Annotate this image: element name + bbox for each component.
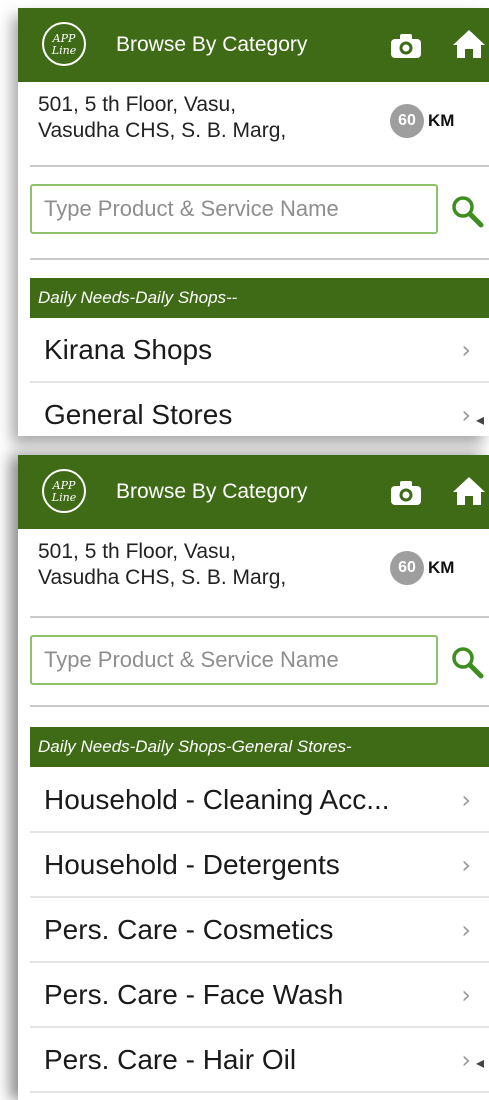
- list-item[interactable]: Household - Detergents ›: [30, 833, 489, 898]
- distance-value: 60: [390, 104, 424, 138]
- list-item[interactable]: Household - Cleaning Acc... ›: [30, 768, 489, 833]
- app-logo-icon: APP Line: [51, 32, 77, 57]
- chevron-right-icon: ›: [461, 786, 471, 814]
- search-field[interactable]: [30, 184, 438, 234]
- home-icon[interactable]: [452, 28, 486, 65]
- list-item-label: Pers. Care - Cosmetics: [44, 914, 334, 945]
- distance-unit: KM: [428, 558, 455, 577]
- address-line-1: 501, 5 th Floor, Vasu,: [38, 93, 237, 116]
- svg-text:Line: Line: [51, 491, 77, 504]
- address: 501, 5 th Floor, Vasu, Vasudha CHS, S. B…: [38, 92, 286, 144]
- page-title: Browse By Category: [116, 480, 308, 503]
- address-line-2: Vasudha CHS, S. B. Marg,: [38, 566, 287, 589]
- screen-subcategories: APP Line Browse By Category 501, 5 th Fl…: [18, 455, 489, 1100]
- category-list: Kirana Shops › General Stores ›: [30, 318, 489, 436]
- svg-text:Line: Line: [51, 44, 77, 57]
- app-logo[interactable]: APP Line: [42, 22, 86, 66]
- list-item[interactable]: Kirana Shops ›: [30, 318, 489, 383]
- chevron-right-icon: ›: [461, 851, 471, 879]
- subcategory-list: Household - Cleaning Acc... › Household …: [30, 768, 489, 1093]
- camera-icon[interactable]: [389, 32, 423, 65]
- app-bar: APP Line Browse By Category: [18, 455, 489, 529]
- list-item-label: Pers. Care - Face Wash: [44, 979, 344, 1010]
- breadcrumb: Daily Needs-Daily Shops-General Stores-: [30, 727, 489, 767]
- pointer-arrow-icon: ◂: [476, 1055, 485, 1072]
- search-input[interactable]: [42, 646, 436, 674]
- divider: [30, 258, 489, 260]
- search-icon[interactable]: [450, 645, 484, 684]
- chevron-right-icon: ›: [461, 1046, 471, 1074]
- address-line-2: Vasudha CHS, S. B. Marg,: [38, 119, 287, 142]
- chevron-right-icon: ›: [461, 981, 471, 1009]
- chevron-right-icon: ›: [461, 336, 471, 364]
- app-bar: APP Line Browse By Category: [18, 8, 489, 82]
- list-item-label: Household - Cleaning Acc...: [44, 784, 390, 815]
- distance-value: 60: [390, 551, 424, 585]
- chevron-right-icon: ›: [461, 401, 471, 429]
- search-icon[interactable]: [450, 194, 484, 233]
- page-title: Browse By Category: [116, 33, 308, 56]
- home-icon[interactable]: [452, 475, 486, 512]
- screen-categories: APP Line Browse By Category 501, 5 th Fl…: [18, 8, 489, 436]
- list-item[interactable]: General Stores ›: [30, 383, 489, 436]
- chevron-right-icon: ›: [461, 916, 471, 944]
- divider: [30, 616, 489, 618]
- distance-badge[interactable]: 60 KM: [390, 104, 454, 138]
- camera-icon[interactable]: [389, 479, 423, 512]
- list-item-label: Pers. Care - Hair Oil: [44, 1044, 297, 1075]
- divider: [30, 705, 489, 707]
- list-item[interactable]: Pers. Care - Face Wash ›: [30, 963, 489, 1028]
- list-item-label: General Stores: [44, 399, 233, 430]
- search-input[interactable]: [42, 195, 436, 223]
- app-logo-icon: APP Line: [51, 479, 77, 504]
- pointer-arrow-icon: ◂: [476, 412, 485, 429]
- list-item[interactable]: Pers. Care - Hair Oil ›: [30, 1028, 489, 1093]
- list-item-label: Household - Detergents: [44, 849, 340, 880]
- address: 501, 5 th Floor, Vasu, Vasudha CHS, S. B…: [38, 539, 286, 591]
- distance-badge[interactable]: 60 KM: [390, 551, 454, 585]
- address-line-1: 501, 5 th Floor, Vasu,: [38, 540, 237, 563]
- divider: [30, 165, 489, 167]
- distance-unit: KM: [428, 111, 455, 130]
- search-field[interactable]: [30, 635, 438, 685]
- list-item-label: Kirana Shops: [44, 334, 213, 365]
- list-item[interactable]: Pers. Care - Cosmetics ›: [30, 898, 489, 963]
- app-logo[interactable]: APP Line: [42, 469, 86, 513]
- breadcrumb: Daily Needs-Daily Shops--: [30, 278, 489, 318]
